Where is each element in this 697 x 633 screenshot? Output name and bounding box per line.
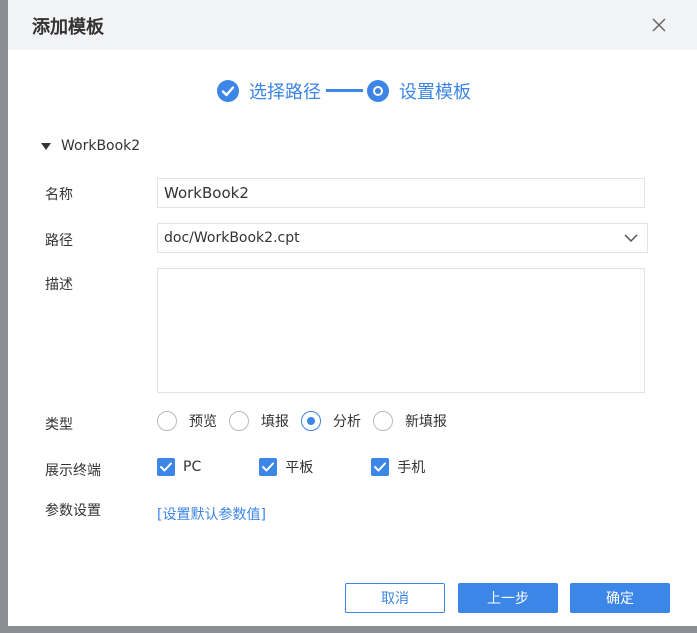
step2-label: 设置模板 [399, 82, 471, 103]
dialog-title: 添加模板 [32, 17, 104, 38]
caret-down-icon[interactable] [41, 142, 51, 150]
backdrop-strip [0, 626, 697, 633]
param-label: 参数设置 [45, 503, 101, 519]
radio-label: 填报 [261, 414, 289, 430]
step-select-path: 选择路径 [217, 79, 321, 103]
previous-step-button[interactable]: 上一步 [458, 583, 558, 613]
confirm-button[interactable]: 确定 [570, 583, 670, 613]
radio-analysis[interactable]: 分析 [301, 411, 361, 431]
checkbox-checked-icon[interactable] [371, 458, 390, 476]
checkbox-checked-icon[interactable] [259, 458, 278, 476]
radio-button[interactable] [229, 411, 249, 431]
radio-button[interactable] [157, 411, 177, 431]
workbook-label: WorkBook2 [61, 138, 141, 154]
radio-fill[interactable]: 填报 [229, 411, 289, 431]
checkbox-pc[interactable]: PC [157, 458, 201, 476]
cancel-button[interactable]: 取消 [345, 583, 445, 613]
set-default-params-link[interactable]: [设置默认参数值] [157, 504, 266, 524]
path-select[interactable]: doc/WorkBook2.cpt [157, 223, 648, 253]
radio-button[interactable] [373, 411, 393, 431]
add-template-dialog: 添加模板 选择路径 设置模板 WorkBook2 名称 WorkBook2 路径… [8, 0, 697, 626]
workbook-tree-node[interactable]: WorkBook2 [41, 138, 140, 154]
radio-button-selected[interactable] [301, 411, 321, 431]
checkbox-checked-icon[interactable] [157, 458, 175, 476]
name-input[interactable]: WorkBook2 [157, 178, 645, 208]
checkbox-tablet[interactable]: 平板 [259, 457, 313, 477]
desc-label: 描述 [45, 277, 73, 293]
dialog-header: 添加模板 [8, 0, 697, 50]
step-connector [326, 89, 363, 92]
terminal-label: 展示终端 [45, 463, 101, 479]
radio-preview[interactable]: 预览 [157, 411, 217, 431]
checkbox-phone[interactable]: 手机 [371, 457, 425, 477]
radio-label: 预览 [189, 414, 217, 430]
radio-label: 新填报 [405, 414, 447, 430]
name-label: 名称 [45, 187, 73, 203]
step-set-template: 设置模板 [367, 79, 471, 103]
checkbox-label: PC [183, 459, 202, 475]
path-label: 路径 [45, 233, 73, 249]
name-value: WorkBook2 [164, 184, 249, 202]
checkbox-label: 手机 [397, 460, 426, 476]
checkbox-label: 平板 [285, 460, 314, 476]
radio-label: 分析 [333, 414, 361, 430]
desc-textarea[interactable] [157, 268, 645, 393]
step-current-icon [367, 80, 389, 102]
close-icon[interactable] [649, 15, 669, 35]
type-radio-group: 预览 填报 分析 新填报 [157, 411, 459, 431]
step-done-check-icon [217, 80, 239, 102]
chevron-down-icon[interactable] [623, 232, 639, 244]
terminal-checkbox-group: PC 平板 手机 [157, 457, 425, 477]
radio-new-fill[interactable]: 新填报 [373, 411, 447, 431]
type-label: 类型 [45, 417, 73, 433]
path-value: doc/WorkBook2.cpt [164, 230, 300, 246]
step1-label: 选择路径 [249, 82, 321, 103]
